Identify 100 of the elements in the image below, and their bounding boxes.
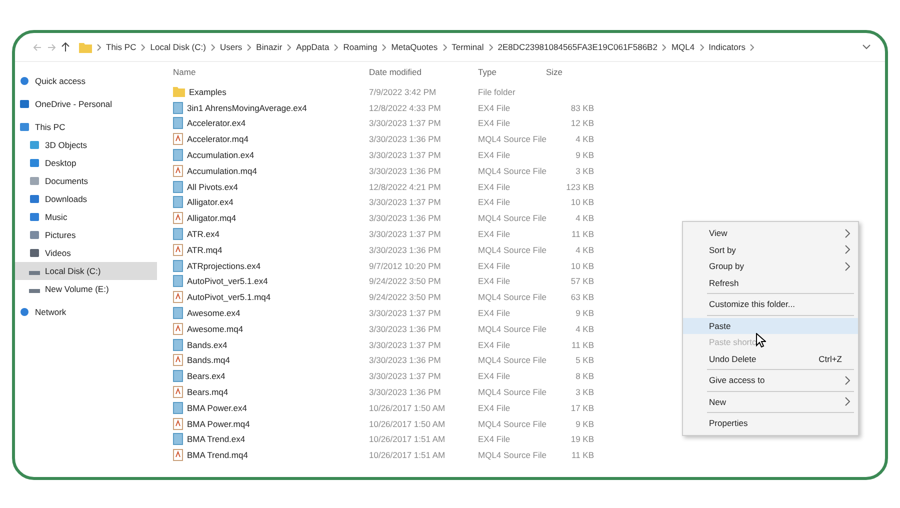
breadcrumb-item[interactable]: This PC [106, 42, 136, 52]
menu-item[interactable]: Undo Delete Ctrl+Z [683, 350, 858, 367]
sidebar-item[interactable]: New Volume (E:) [15, 280, 157, 298]
sidebar-item[interactable]: Pictures [15, 226, 157, 244]
source-file-icon [173, 244, 183, 256]
sidebar-item[interactable]: 3D Objects [15, 136, 157, 154]
location-icon [29, 230, 40, 240]
size-cell-text: 11 KB [570, 340, 594, 350]
file-name[interactable]: Bands.mq4 [187, 355, 230, 366]
menu-item[interactable]: View [683, 225, 858, 242]
menu-item[interactable]: Customize this folder... [683, 296, 858, 312]
up-arrow-icon[interactable] [61, 42, 70, 52]
breadcrumb-item[interactable]: Local Disk (C:) [150, 42, 206, 52]
file-name[interactable]: Alligator.ex4 [187, 197, 234, 208]
source-file-icon [173, 291, 183, 304]
date-cell-text: 3/30/2023 1:37 PM [369, 229, 442, 240]
menu-item[interactable]: Paste [683, 318, 858, 334]
chevron-icon [97, 44, 101, 50]
folder-icon [173, 86, 185, 98]
chevron-icon [488, 44, 493, 50]
file-icon [173, 180, 183, 193]
size-cell-text: 17 KB [570, 402, 594, 413]
breadcrumb-item[interactable]: Roaming [343, 42, 378, 52]
sidebar-item[interactable]: Downloads [15, 190, 157, 208]
file-icon [173, 228, 183, 240]
type-cell: MQL4 Source File [478, 166, 546, 176]
size-cell-text: 9 KB [574, 308, 594, 318]
file-name[interactable]: 3in1 AhrensMovingAverage.ex4 [187, 102, 307, 113]
menu-item[interactable]: Group by [683, 258, 858, 274]
sidebar-item[interactable]: Documents [15, 172, 157, 190]
size-cell-text: 57 KB [570, 276, 594, 286]
breadcrumb-item[interactable]: MetaQuotes [391, 42, 438, 52]
breadcrumb-item[interactable]: AppData [296, 42, 330, 52]
file-icon [173, 275, 183, 288]
breadcrumb-item[interactable]: MQL4 [671, 42, 695, 52]
menu-item[interactable]: Properties [683, 415, 858, 432]
file-name[interactable]: Examples [189, 86, 226, 97]
location-icon [29, 176, 40, 186]
sidebar-item[interactable]: Music [15, 208, 157, 226]
date-cell-text: 12/8/2022 4:33 PM [369, 102, 442, 113]
chevron-icon [141, 44, 146, 50]
file-name[interactable]: AutoPivot_ver5.1.mq4 [187, 292, 271, 302]
file-name[interactable]: ATR.ex4 [187, 229, 220, 240]
file-name[interactable]: Awesome.ex4 [187, 308, 240, 318]
size-cell-text: 83 KB [570, 102, 594, 113]
file-icon [173, 102, 183, 114]
sidebar-item[interactable]: Quick access [15, 72, 157, 90]
breadcrumb-item[interactable]: Users [220, 42, 242, 52]
file-name[interactable]: BMA Trend.mq4 [187, 450, 248, 460]
menu-item[interactable]: Sort by [683, 242, 858, 258]
sidebar-item[interactable]: Local Disk (C:) [15, 262, 157, 280]
file-name[interactable]: Bears.ex4 [187, 371, 226, 382]
file-name[interactable]: Accumulation.ex4 [187, 150, 254, 160]
file-name[interactable]: BMA Power.mq4 [187, 418, 250, 429]
file-name[interactable]: Accelerator.ex4 [187, 118, 246, 128]
file-name[interactable]: Alligator.mq4 [187, 213, 236, 224]
breadcrumb-item[interactable]: Indicators [708, 42, 746, 52]
file-name[interactable]: Bears.mq4 [187, 387, 228, 398]
file-name[interactable]: ATR.mq4 [187, 244, 222, 255]
menu-item[interactable]: New [683, 394, 858, 410]
size-cell-text: 11 KB [570, 229, 594, 240]
file-name[interactable]: AutoPivot_ver5.1.ex4 [187, 276, 268, 286]
file-name[interactable]: Bands.ex4 [187, 340, 228, 350]
menu-item[interactable]: Refresh [683, 274, 858, 291]
column-header[interactable]: Name [173, 67, 369, 77]
sidebar-item[interactable]: Network [15, 303, 157, 321]
date-cell-text: 9/24/2022 3:50 PM [369, 292, 442, 302]
size-cell-text: 9 KB [574, 418, 594, 429]
breadcrumb-item[interactable]: 2E8DC23981084565FA3E19C061F586B2 [498, 42, 658, 52]
file-name[interactable]: Awesome.mq4 [187, 324, 244, 334]
menu-item[interactable]: Give access to [683, 372, 858, 388]
file-icon [173, 370, 183, 382]
file-name[interactable]: Accumulation.mq4 [187, 166, 257, 176]
type-cell-text: EX4 File [478, 197, 512, 208]
size-cell-text: 4 KB [574, 213, 594, 224]
file-name[interactable]: BMA Power.ex4 [187, 402, 248, 413]
file-name[interactable]: BMA Trend.ex4 [187, 434, 246, 444]
column-header[interactable]: Type [478, 67, 546, 77]
chevron-icon [287, 44, 292, 50]
date-cell-text: 3/30/2023 1:36 PM [369, 213, 442, 224]
column-header[interactable]: Size [546, 67, 594, 77]
file-icon [173, 338, 183, 351]
sidebar-item[interactable]: Desktop [15, 154, 157, 172]
chevron-icon [442, 44, 447, 50]
date-cell-text: 9/7/2012 10:20 PM [369, 260, 442, 271]
file-name[interactable]: Accelerator.mq4 [187, 134, 248, 144]
file-icon [173, 402, 183, 414]
breadcrumb-item[interactable]: Terminal [452, 42, 484, 52]
sidebar-item[interactable]: Videos [15, 244, 157, 262]
type-cell-text: EX4 File [478, 371, 512, 382]
sidebar-item[interactable]: OneDrive - Personal [15, 95, 157, 113]
date-cell-text: 3/30/2023 1:36 PM [369, 387, 442, 398]
column-header[interactable]: Date modified [369, 67, 478, 77]
date-cell-text: 10/26/2017 1:51 AM [369, 434, 446, 444]
file-name[interactable]: All Pivots.ex4 [187, 182, 238, 192]
sidebar-item[interactable]: This PC [15, 118, 157, 136]
file-icon [173, 260, 183, 272]
file-name[interactable]: ATRprojections.ex4 [187, 260, 261, 271]
dropdown-icon[interactable] [862, 44, 871, 50]
breadcrumb-item[interactable]: Binazir [256, 42, 282, 52]
